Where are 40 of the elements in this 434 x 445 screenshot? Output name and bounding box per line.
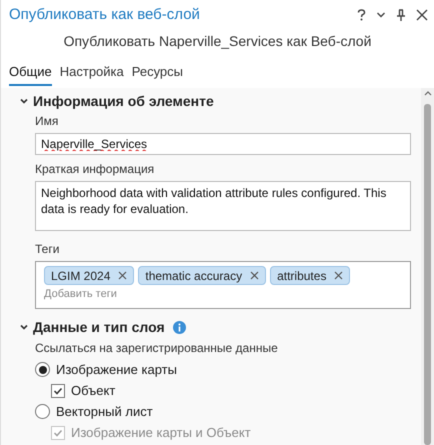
checkbox[interactable] (51, 384, 65, 398)
info-icon[interactable] (172, 320, 186, 334)
name-field[interactable]: Naperville_Services (35, 133, 411, 155)
field-label: Краткая информация (35, 161, 156, 178)
help-icon[interactable] (357, 9, 366, 21)
tag-chip: LGIM 2024 (44, 266, 134, 285)
tab[interactable]: Ресурсы (132, 62, 184, 86)
radio-button[interactable] (35, 362, 50, 377)
option-label: Объект (71, 382, 116, 400)
close-icon[interactable] (416, 9, 428, 21)
scroll-up-icon[interactable] (424, 90, 432, 96)
remove-icon[interactable] (250, 271, 260, 280)
radio-button[interactable] (35, 404, 50, 419)
option-label: Изображение карты и Объект (71, 424, 251, 442)
chevron-icon[interactable] (19, 96, 29, 106)
tags-placeholder: Добавить теги (44, 287, 118, 302)
tag-chip: attributes (270, 266, 350, 285)
summary-field[interactable]: Neighborhood data with validation attribute rules configured. This data is ready for evaluation. (35, 181, 411, 231)
dropdown-icon[interactable] (376, 11, 386, 19)
tag-chip: thematic accuracy (138, 266, 266, 285)
scroll-thumb[interactable] (424, 104, 431, 445)
section-title: Информация об элементе (33, 92, 214, 111)
check-icon (53, 386, 63, 396)
option-label: Изображение карты (56, 360, 177, 379)
remove-icon[interactable] (334, 271, 344, 280)
remove-icon[interactable] (118, 271, 128, 280)
check-icon (53, 428, 63, 438)
section-title: Данные и тип слоя (33, 318, 165, 337)
window-title: Опубликовать как веб-слой (9, 4, 200, 25)
pin-icon[interactable] (396, 8, 406, 22)
option-label: Векторный лист (56, 402, 153, 421)
field-label: Имя (35, 113, 60, 130)
tags-field[interactable]: LGIM 2024 thematic accuracy attributes Добавить теги (35, 261, 411, 309)
tab[interactable]: Настройка (60, 62, 124, 86)
caption: Ссылаться на зарегистрированные данные (35, 340, 279, 357)
field-label: Теги (35, 241, 60, 258)
chevron-icon[interactable] (19, 322, 29, 332)
subtitle: Опубликовать Naperville_Services как Веб-слой (64, 32, 372, 51)
scrollbar[interactable] (421, 88, 434, 445)
tab[interactable]: Общие (9, 62, 52, 86)
